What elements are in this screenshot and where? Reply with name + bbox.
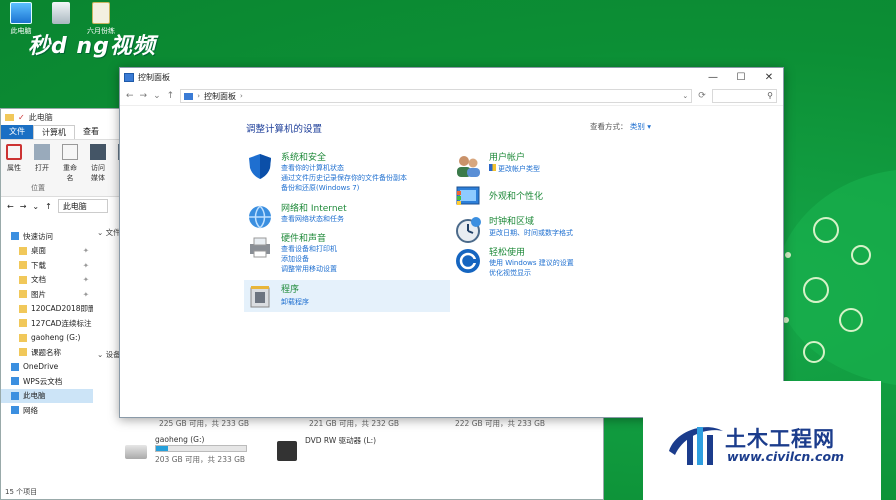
page-heading: 调整计算机的设置 — [246, 124, 323, 135]
category-clock-region[interactable]: 时钟和区域 更改日期、时间或数字格式 — [452, 214, 658, 245]
category-title[interactable]: 程序 — [281, 282, 299, 295]
breadcrumb-separator-icon: › — [197, 92, 200, 100]
window-controls: — ☐ ✕ — [699, 68, 783, 87]
control-panel-icon — [124, 73, 134, 82]
printer-icon — [250, 237, 270, 258]
category-title[interactable]: 硬件和声音 — [281, 231, 326, 244]
breadcrumb-control-panel[interactable]: 控制面板 — [204, 91, 236, 102]
address-path[interactable]: › 控制面板 › ⌄ — [180, 89, 693, 103]
site-url: www.civilcn.com — [727, 449, 845, 464]
site-logo — [669, 427, 723, 465]
link-add-device[interactable]: 添加设备 — [281, 254, 309, 264]
computer-icon — [10, 2, 32, 24]
address-dropdown-icon[interactable]: ⌄ — [682, 92, 688, 100]
link-recommended-settings[interactable]: 使用 Windows 建议的设置 — [489, 258, 574, 268]
view-by: 查看方式： 类别 ▾ — [590, 121, 651, 132]
refresh-icon[interactable]: ⟳ — [698, 91, 706, 101]
uac-shield-icon — [489, 164, 496, 171]
maximize-button[interactable]: ☐ — [727, 68, 755, 87]
link-change-account-type[interactable]: 更改帐户类型 — [489, 164, 540, 174]
link-backup-restore[interactable]: 备份和还原(Windows 7) — [281, 183, 359, 193]
minimize-button[interactable]: — — [699, 68, 727, 87]
accessibility-icon — [456, 249, 480, 273]
desktop-icon-recycle[interactable] — [40, 2, 82, 26]
category-title[interactable]: 外观和个性化 — [489, 189, 543, 202]
users-icon — [457, 156, 480, 177]
search-input[interactable]: ⚲ — [711, 89, 777, 103]
hard-drive-icon — [125, 445, 147, 459]
search-icon: ⚲ — [767, 91, 773, 100]
link-network-status[interactable]: 查看网络状态和任务 — [281, 214, 344, 224]
shield-icon — [249, 154, 271, 179]
category-network-internet[interactable]: 网络和 Internet 查看网络状态和任务 — [244, 201, 450, 232]
close-button[interactable]: ✕ — [755, 68, 783, 87]
control-panel-small-icon — [184, 92, 194, 100]
category-title[interactable]: 轻松使用 — [489, 245, 525, 258]
programs-icon — [250, 286, 270, 308]
link-file-history[interactable]: 通过文件历史记录保存你的文件备份副本 — [281, 173, 407, 183]
category-title[interactable]: 用户帐户 — [489, 150, 525, 163]
forward-icon[interactable]: → — [140, 91, 148, 101]
site-watermark: 土木工程网 www.civilcn.com — [643, 381, 881, 500]
link-mobility-settings[interactable]: 调整常用移动设置 — [281, 264, 337, 274]
drive-item-dvd[interactable]: DVD RW 驱动器 (L:) — [277, 435, 427, 465]
network-icon — [249, 205, 271, 229]
breadcrumb-chevron-icon[interactable]: › — [240, 92, 243, 100]
video-watermark: 秒d ng视频 — [28, 34, 156, 59]
control-panel-titlebar: 控制面板 — ☐ ✕ — [120, 68, 783, 87]
category-ease-of-access[interactable]: 轻松使用 使用 Windows 建议的设置 优化视觉显示 — [452, 245, 658, 278]
link-date-time-format[interactable]: 更改日期、时间或数字格式 — [489, 228, 573, 238]
dvd-drive-icon — [277, 441, 297, 461]
category-title[interactable]: 网络和 Internet — [281, 201, 347, 214]
control-panel-window[interactable]: 控制面板 — ☐ ✕ ← → ⌄ ↑ › 控制面板 › ⌄ ⟳ ⚲ 调整计算机的… — [119, 67, 784, 418]
window-title: 控制面板 — [138, 73, 170, 82]
category-title[interactable]: 时钟和区域 — [489, 214, 534, 227]
clock-icon — [456, 217, 481, 243]
back-icon[interactable]: ← — [126, 91, 134, 101]
link-devices-printers[interactable]: 查看设备和打印机 — [281, 244, 337, 254]
category-hardware-sound[interactable]: 硬件和声音 查看设备和打印机 添加设备 调整常用移动设置 — [244, 231, 450, 273]
drive-item-g[interactable]: gaoheng (G:) 203 GB 可用，共 233 GB — [125, 435, 275, 465]
category-title[interactable]: 系统和安全 — [281, 150, 326, 163]
up-icon[interactable]: ↑ — [167, 91, 175, 101]
link-view-status[interactable]: 查看你的计算机状态 — [281, 163, 344, 173]
recycle-bin-icon — [52, 2, 70, 24]
link-optimize-visual[interactable]: 优化视觉显示 — [489, 268, 531, 278]
view-by-dropdown[interactable]: 类别 ▾ — [630, 122, 651, 131]
app-shortcut-icon — [92, 2, 110, 24]
category-system-security[interactable]: 系统和安全 查看你的计算机状态 通过文件历史记录保存你的文件备份副本 备份和还原… — [244, 150, 450, 192]
link-uninstall[interactable]: 卸载程序 — [281, 297, 309, 307]
status-bar: 15 个项目 — [5, 488, 38, 496]
appearance-icon — [456, 186, 480, 205]
category-programs[interactable]: 程序 卸载程序 — [244, 280, 450, 312]
control-panel-address-bar: ← → ⌄ ↑ › 控制面板 › ⌄ ⟳ ⚲ — [120, 87, 783, 106]
category-user-accounts[interactable]: 用户帐户 更改帐户类型 — [452, 150, 658, 181]
category-appearance[interactable]: 外观和个性化 — [452, 181, 658, 212]
drive-usage-bar — [155, 445, 247, 452]
recent-dropdown-icon[interactable]: ⌄ — [153, 91, 161, 101]
view-by-label: 查看方式： — [589, 122, 628, 131]
